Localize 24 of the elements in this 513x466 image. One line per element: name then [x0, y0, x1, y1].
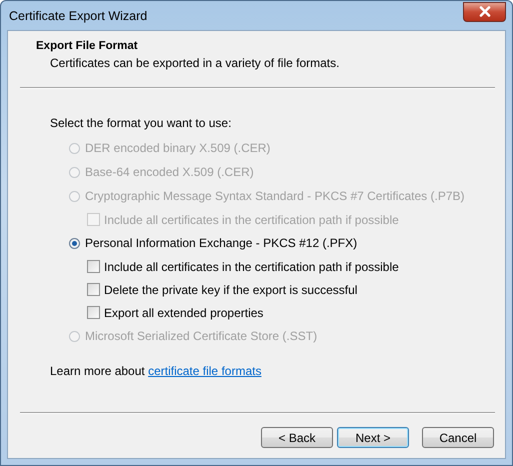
prompt-text: Select the format you want to use:	[50, 116, 232, 130]
checkbox-label: Export all extended properties	[104, 306, 264, 320]
radio-label: Personal Information Exchange - PKCS #12 (.PFX)	[85, 236, 358, 250]
checkbox[interactable]	[87, 260, 100, 273]
radio-label: Base-64 encoded X.509 (.CER)	[85, 165, 254, 179]
checkbox[interactable]	[87, 283, 100, 296]
radio-label: Cryptographic Message Syntax Standard - PKCS #7 Certificates (.P7B)	[85, 189, 464, 203]
wizard-button[interactable]: Next >	[337, 427, 409, 448]
checkbox-label: Include all certificates in the certification path if possible	[104, 260, 399, 274]
radio-label: Microsoft Serialized Certificate Store (.SST)	[85, 329, 318, 343]
page-subtitle: Certificates can be exported in a variety of file formats.	[49, 56, 340, 70]
radio-label: DER encoded binary X.509 (.CER)	[85, 141, 270, 155]
checkbox[interactable]	[87, 306, 100, 319]
window-title: Certificate Export Wizard	[8, 8, 148, 22]
checkbox-label: Include all certificates in the certification path if possible	[104, 212, 399, 226]
radio-button[interactable]	[69, 238, 80, 248]
close-icon	[478, 6, 490, 17]
checkbox-label: Delete the private key if the export is successful	[104, 282, 358, 296]
wizard-button[interactable]: Cancel	[422, 427, 494, 448]
wizard-button[interactable]: < Back	[261, 427, 333, 448]
close-button[interactable]	[463, 2, 506, 22]
page-title: Export File Format	[36, 40, 139, 52]
learn-more-text: Learn more about	[50, 364, 145, 378]
help-link[interactable]: certificate file formats	[148, 364, 262, 378]
